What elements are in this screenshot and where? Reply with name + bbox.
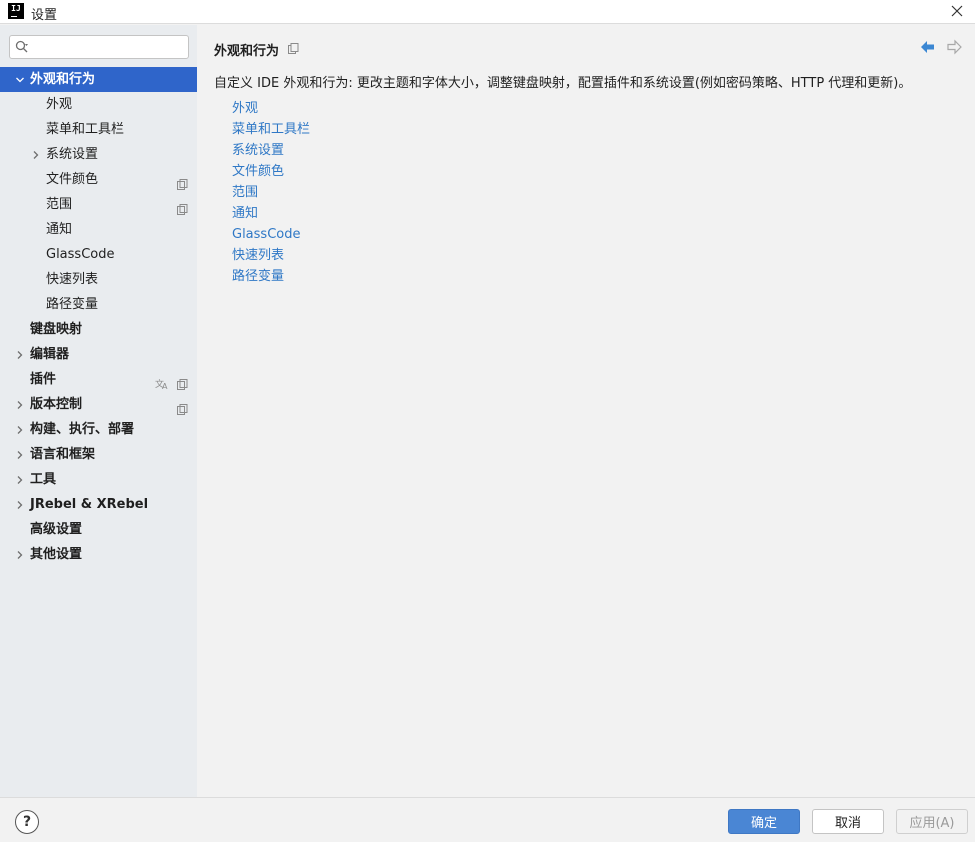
sidebar-item[interactable]: 系统设置 — [0, 142, 197, 167]
search-icon[interactable] — [15, 40, 29, 54]
copy-icon — [177, 399, 188, 415]
copy-icon — [177, 199, 188, 215]
translate-icon: 文A — [155, 374, 169, 391]
sidebar-item[interactable]: 构建、执行、部署 — [0, 417, 197, 442]
sidebar-item-label: 版本控制 — [30, 397, 83, 412]
chevron-down-icon[interactable] — [14, 67, 26, 92]
sidebar-item-label: 菜单和工具栏 — [46, 122, 125, 137]
sidebar-item[interactable]: 其他设置 — [0, 542, 197, 567]
sidebar-item-label: 外观 — [46, 97, 73, 112]
chevron-right-icon[interactable] — [14, 442, 26, 467]
sidebar-item[interactable]: 文件颜色 — [0, 167, 197, 192]
sidebar-item-label: JRebel & XRebel — [30, 497, 149, 512]
close-icon[interactable] — [947, 1, 967, 21]
sidebar-item[interactable]: 菜单和工具栏 — [0, 117, 197, 142]
ok-button[interactable]: 确定 — [728, 809, 800, 834]
sidebar-item-label: 其他设置 — [30, 547, 83, 562]
sidebar-item-label: 插件 — [30, 372, 57, 387]
subpage-links: 外观 菜单和工具栏 系统设置 文件颜色 范围 通知 GlassCode 快速列表 路径变量 — [232, 98, 310, 287]
sidebar-item-label: 快速列表 — [46, 272, 99, 287]
search-input[interactable] — [34, 38, 184, 56]
subpage-link[interactable]: 菜单和工具栏 — [232, 119, 310, 140]
sidebar-item[interactable]: 高级设置 — [0, 517, 197, 542]
page-title: 外观和行为 — [214, 44, 280, 59]
chevron-right-icon[interactable] — [30, 142, 42, 167]
copy-icon — [177, 174, 188, 190]
sidebar-item[interactable]: 版本控制 — [0, 392, 197, 417]
chevron-right-icon[interactable] — [14, 492, 26, 517]
apply-button[interactable]: 应用(A) — [896, 809, 968, 834]
chevron-right-icon[interactable] — [14, 417, 26, 442]
sidebar-item[interactable]: 范围 — [0, 192, 197, 217]
sidebar-item-label: 通知 — [46, 222, 73, 237]
sidebar-item-label: 构建、执行、部署 — [30, 422, 135, 437]
sidebar-item-label: 范围 — [46, 197, 73, 212]
sidebar-item[interactable]: 快速列表 — [0, 267, 197, 292]
cancel-button[interactable]: 取消 — [812, 809, 884, 834]
sidebar-item-label: GlassCode — [46, 247, 115, 262]
chevron-right-icon[interactable] — [14, 467, 26, 492]
sidebar-item[interactable]: GlassCode — [0, 242, 197, 267]
sidebar-item[interactable]: 编辑器 — [0, 342, 197, 367]
chevron-right-icon[interactable] — [14, 392, 26, 417]
copy-icon — [288, 43, 299, 54]
sidebar-item-label: 系统设置 — [46, 147, 99, 162]
subpage-link[interactable]: 文件颜色 — [232, 161, 310, 182]
subpage-link[interactable]: 路径变量 — [232, 266, 310, 287]
sidebar-item-label: 工具 — [30, 472, 57, 487]
window-title: 设置 — [31, 8, 58, 23]
subpage-link[interactable]: GlassCode — [232, 224, 310, 245]
subpage-link[interactable]: 通知 — [232, 203, 310, 224]
forward-arrow-icon[interactable] — [945, 38, 963, 56]
sidebar-item[interactable]: 通知 — [0, 217, 197, 242]
subpage-link[interactable]: 系统设置 — [232, 140, 310, 161]
sidebar-item[interactable]: 路径变量 — [0, 292, 197, 317]
sidebar-item[interactable]: 键盘映射 — [0, 317, 197, 342]
bottom-bar: ? 确定 取消 应用(A) — [0, 797, 975, 842]
main-panel: 外观和行为 自定义 IDE 外观和行为: 更改主题和字体大小，调整键盘映射，配置… — [197, 25, 975, 797]
page-description: 自定义 IDE 外观和行为: 更改主题和字体大小，调整键盘映射，配置插件和系统设… — [214, 76, 912, 91]
subpage-link[interactable]: 外观 — [232, 98, 310, 119]
subpage-link[interactable]: 快速列表 — [232, 245, 310, 266]
settings-tree: 外观和行为外观菜单和工具栏 系统设置文件颜色范围通知 GlassCode 快速列表路径… — [0, 67, 197, 567]
sidebar-item[interactable]: 外观 — [0, 92, 197, 117]
settings-sidebar: 外观和行为外观菜单和工具栏 系统设置文件颜色范围通知 GlassCode 快速列表路径… — [0, 25, 197, 797]
svg-text:A: A — [162, 382, 168, 390]
app-logo-icon: IJ — [8, 3, 24, 19]
sidebar-item[interactable]: 语言和框架 — [0, 442, 197, 467]
app-logo-text: IJ — [11, 4, 21, 13]
sidebar-item[interactable]: 插件 文 A — [0, 367, 197, 392]
sidebar-item-label: 外观和行为 — [30, 72, 96, 87]
sidebar-item-label: 键盘映射 — [30, 322, 83, 337]
sidebar-item-label: 编辑器 — [30, 347, 70, 362]
sidebar-item[interactable]: JRebel & XRebel — [0, 492, 197, 517]
sidebar-item-label: 语言和框架 — [30, 447, 96, 462]
sidebar-item[interactable]: 工具 — [0, 467, 197, 492]
title-bar: IJ 设置 — [0, 0, 975, 24]
chevron-right-icon[interactable] — [14, 342, 26, 367]
search-box[interactable] — [9, 35, 189, 59]
copy-icon — [177, 374, 188, 390]
sidebar-item-label: 路径变量 — [46, 297, 99, 312]
sidebar-item-label: 高级设置 — [30, 522, 83, 537]
chevron-right-icon[interactable] — [14, 542, 26, 567]
help-button[interactable]: ? — [15, 810, 39, 834]
sidebar-item-label: 文件颜色 — [46, 172, 99, 187]
subpage-link[interactable]: 范围 — [232, 182, 310, 203]
back-arrow-icon[interactable] — [919, 38, 937, 56]
sidebar-item[interactable]: 外观和行为 — [0, 67, 197, 92]
